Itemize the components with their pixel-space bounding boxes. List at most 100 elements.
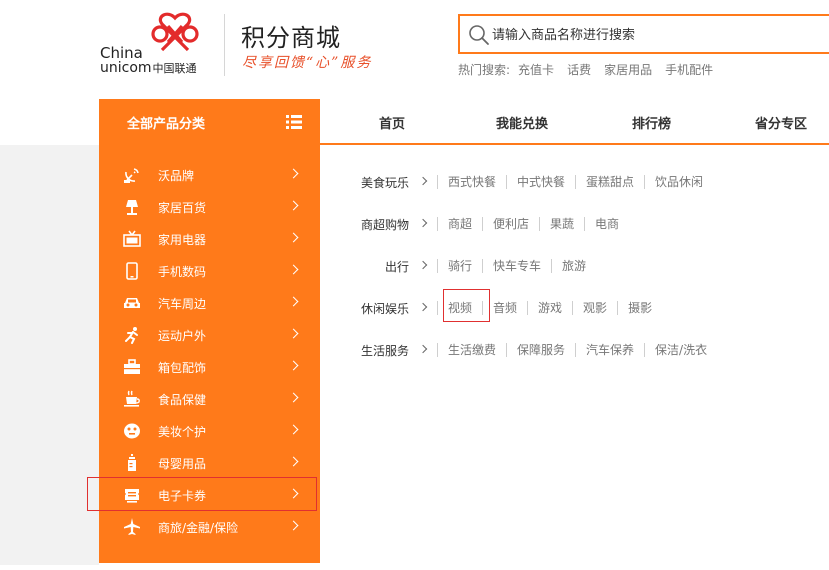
unicom-knot-icon: [151, 12, 199, 52]
hot-search: 热门搜索: 充值卡 话费 家居用品 手机配件: [458, 61, 726, 78]
submenu-link[interactable]: 生活缴费: [437, 343, 506, 357]
tab-redeemable[interactable]: 我能兑换: [496, 113, 548, 132]
chevron-right-icon: [288, 232, 299, 243]
sidebar-item-digital[interactable]: 手机数码: [99, 255, 320, 287]
sidebar-item-appliances[interactable]: 家用电器: [99, 223, 320, 255]
sidebar-item-label: 美妆个护: [158, 425, 207, 439]
coffee-cup-icon: [124, 390, 140, 407]
bag-icon: [124, 359, 140, 374]
submenu-link[interactable]: 蛋糕甜点: [575, 175, 644, 189]
slogan: 尽享回馈“心”服务: [242, 55, 373, 71]
chevron-right-icon: [288, 456, 299, 467]
submenu-row: 生活服务 生活缴费 保障服务 汽车保养 保洁/洗衣: [320, 340, 829, 360]
chevron-right-icon: [288, 360, 299, 371]
submenu-link[interactable]: 音频: [482, 301, 527, 315]
submenu-row-title[interactable]: 出行: [385, 258, 409, 275]
submenu-links: 骑行 快车专车 旅游: [437, 256, 596, 276]
submenu-link-video[interactable]: 视频: [437, 301, 482, 315]
sidebar-item-label: 运动户外: [158, 329, 207, 343]
hot-search-link[interactable]: 话费: [567, 61, 591, 78]
sidebar-item-food[interactable]: 食品保健: [99, 383, 320, 415]
china-unicom-logo[interactable]: China unicom中国联通: [100, 10, 220, 80]
submenu-link[interactable]: 汽车保养: [575, 343, 644, 357]
sidebar-item-e-vouchers[interactable]: 电子卡券: [99, 479, 320, 511]
submenu-link[interactable]: 保障服务: [506, 343, 575, 357]
submenu-link[interactable]: 快车专车: [482, 259, 551, 273]
submenu-link[interactable]: 商超: [437, 217, 482, 231]
submenu-link[interactable]: 西式快餐: [437, 175, 506, 189]
sidebar-item-home-goods[interactable]: 家居百货: [99, 191, 320, 223]
chevron-right-icon: [288, 200, 299, 211]
submenu-link[interactable]: 便利店: [482, 217, 539, 231]
sidebar-item-label: 家居百货: [158, 201, 207, 215]
sidebar-item-beauty[interactable]: 美妆个护: [99, 415, 320, 447]
search-input[interactable]: [492, 24, 822, 46]
sidebar-item-label: 汽车周边: [158, 297, 207, 311]
submenu-row-title[interactable]: 生活服务: [361, 342, 409, 359]
submenu-links: 视频 音频 游戏 观影 摄影: [437, 298, 662, 318]
submenu-row-title[interactable]: 美食玩乐: [361, 174, 409, 191]
chevron-right-icon: [288, 392, 299, 403]
sidebar-item-sports[interactable]: 运动户外: [99, 319, 320, 351]
all-categories-header[interactable]: 全部产品分类: [99, 99, 320, 145]
sidebar-item-label: 家用电器: [158, 233, 207, 247]
submenu-link[interactable]: 饮品休闲: [644, 175, 713, 189]
site-title: 积分商城: [241, 24, 341, 52]
sidebar-item-baby[interactable]: 母婴用品: [99, 447, 320, 479]
submenu-link[interactable]: 观影: [572, 301, 617, 315]
sidebar-item-label: 沃品牌: [158, 169, 195, 183]
logo-text-unicom-en: unicom: [100, 60, 152, 76]
sidebar-item-label: 母婴用品: [158, 457, 207, 471]
page-bottom-strip: [99, 563, 829, 570]
car-icon: [124, 298, 140, 308]
chevron-right-icon: [418, 302, 428, 312]
chevron-right-icon: [288, 168, 299, 179]
submenu-row-title[interactable]: 休闲娱乐: [361, 300, 409, 317]
chevron-right-icon: [288, 520, 299, 531]
hot-search-link[interactable]: 充值卡: [518, 61, 554, 78]
submenu-link[interactable]: 保洁/洗衣: [644, 343, 717, 357]
sidebar-item-auto[interactable]: 汽车周边: [99, 287, 320, 319]
sidebar-item-label: 手机数码: [158, 265, 207, 279]
chevron-right-icon: [418, 218, 428, 228]
submenu-links: 商超 便利店 果蔬 电商: [437, 214, 629, 234]
submenu-row-title[interactable]: 商超购物: [361, 216, 409, 233]
chevron-right-icon: [418, 176, 428, 186]
submenu-link[interactable]: 骑行: [437, 259, 482, 273]
search-box[interactable]: [458, 14, 829, 54]
submenu-row: 商超购物 商超 便利店 果蔬 电商: [320, 214, 829, 234]
sidebar-item-label: 商旅/金融/保险: [158, 521, 239, 535]
lamp-icon: [126, 200, 138, 215]
submenu-row: 美食玩乐 西式快餐 中式快餐 蛋糕甜点 饮品休闲: [320, 172, 829, 192]
points-mall-page: China unicom中国联通 积分商城 尽享回馈“心”服务 热门搜索: 充值…: [0, 0, 829, 570]
tab-ranking[interactable]: 排行榜: [632, 113, 671, 132]
search-icon[interactable]: [468, 24, 490, 46]
submenu-link[interactable]: 果蔬: [539, 217, 584, 231]
baby-bottle-icon: [128, 454, 136, 471]
hot-search-label: 热门搜索:: [458, 63, 511, 77]
runner-icon: [125, 327, 138, 344]
chevron-right-icon: [288, 424, 299, 435]
hot-search-link[interactable]: 家居用品: [604, 61, 652, 78]
submenu-link[interactable]: 中式快餐: [506, 175, 575, 189]
chevron-right-icon: [288, 296, 299, 307]
submenu-link[interactable]: 电商: [584, 217, 629, 231]
submenu-link[interactable]: 摄影: [617, 301, 662, 315]
submenu-link[interactable]: 游戏: [527, 301, 572, 315]
submenu-row: 休闲娱乐 视频 音频 游戏 观影 摄影: [320, 298, 829, 318]
logo-text-unicom-cn: 中国联通: [152, 62, 197, 75]
chevron-right-icon: [288, 328, 299, 339]
airplane-icon: [124, 518, 140, 535]
main-nav: 首页 我能兑换 排行榜 省分专区: [320, 99, 829, 143]
sidebar-item-bags[interactable]: 箱包配饰: [99, 351, 320, 383]
tab-home[interactable]: 首页: [379, 113, 405, 132]
submenu-link[interactable]: 旅游: [551, 259, 596, 273]
tab-province-zone[interactable]: 省分专区: [755, 113, 807, 132]
sidebar-item-wo-brand[interactable]: 沃品牌: [99, 159, 320, 191]
hot-search-link[interactable]: 手机配件: [665, 61, 713, 78]
sidebar-item-label: 电子卡券: [158, 489, 207, 503]
chevron-right-icon: [288, 488, 299, 499]
sidebar-item-travel-finance[interactable]: 商旅/金融/保险: [99, 511, 320, 543]
header-divider: [224, 14, 225, 76]
chevron-right-icon: [288, 264, 299, 275]
